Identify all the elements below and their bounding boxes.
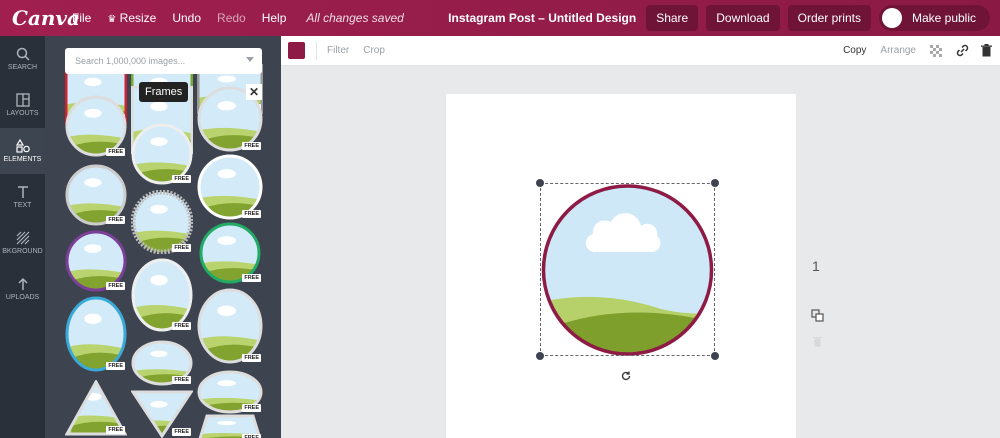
selection-box: [540, 183, 715, 356]
free-badge: FREE: [242, 434, 261, 438]
download-button[interactable]: Download: [706, 5, 780, 31]
page-number: 1: [812, 258, 820, 274]
sidebar-item-layouts[interactable]: LAYOUTS: [0, 82, 45, 128]
free-badge: FREE: [172, 175, 191, 183]
sidebar-item-background[interactable]: BKGROUND: [0, 220, 45, 266]
free-badge: FREE: [106, 426, 125, 434]
free-badge: FREE: [242, 210, 261, 218]
sidebar-item-label: LAYOUTS: [6, 110, 39, 117]
crop-button[interactable]: Crop: [363, 45, 385, 56]
frame-preview-icon: [65, 296, 127, 372]
sidebar-item-uploads[interactable]: UPLOADS: [0, 266, 45, 312]
layouts-icon: [15, 93, 30, 107]
canva-logo[interactable]: Canva: [12, 6, 80, 30]
frame-thumbnail[interactable]: FREE: [64, 378, 128, 436]
sidebar-item-label: BKGROUND: [2, 248, 43, 255]
sidebar-item-label: TEXT: [13, 202, 32, 209]
free-badge: FREE: [172, 428, 191, 436]
sidebar-item-label: SEARCH: [7, 64, 38, 71]
free-badge: FREE: [106, 362, 125, 370]
frame-preview-icon: [131, 258, 193, 332]
free-badge: FREE: [242, 142, 261, 150]
sidebar-item-label: UPLOADS: [5, 294, 40, 301]
frame-thumbnail[interactable]: FREE: [130, 189, 194, 255]
resize-button[interactable]: ♛ Resize: [107, 11, 156, 25]
free-badge: FREE: [106, 282, 125, 290]
share-button[interactable]: Share: [646, 5, 699, 31]
delete-page-icon[interactable]: [813, 336, 822, 347]
resize-label: Resize: [119, 11, 157, 25]
undo-button[interactable]: Undo: [172, 11, 201, 25]
elements-icon: [15, 139, 30, 153]
top-bar: Canva File ♛ Resize Undo Redo Help All c…: [0, 0, 1000, 36]
frame-thumbnail[interactable]: FREE: [65, 230, 127, 292]
sidebar-item-search[interactable]: SEARCH: [0, 36, 45, 82]
frame-thumbnail[interactable]: FREE: [65, 94, 127, 158]
resize-handle[interactable]: [536, 352, 544, 360]
free-badge: FREE: [106, 148, 125, 156]
order-prints-button[interactable]: Order prints: [787, 5, 871, 31]
free-badge: FREE: [106, 216, 125, 224]
save-status: All changes saved: [306, 11, 404, 25]
redo-button[interactable]: Redo: [217, 11, 246, 25]
frame-thumbnail[interactable]: FREE: [65, 296, 127, 372]
text-icon: [17, 186, 28, 198]
frames-tooltip: Frames: [139, 82, 189, 102]
frame-preview-icon: [197, 288, 263, 364]
copy-button[interactable]: Copy: [843, 45, 866, 56]
canvas-toolbar: Filter Crop Copy Arrange: [281, 36, 1000, 66]
search-input[interactable]: [75, 56, 235, 66]
free-badge: FREE: [172, 322, 191, 330]
resize-handle[interactable]: [711, 352, 719, 360]
free-badge: FREE: [242, 274, 261, 282]
free-badge: FREE: [172, 244, 191, 252]
file-menu[interactable]: File: [72, 11, 91, 25]
sidebar-item-label: ELEMENTS: [3, 156, 42, 163]
divider: [316, 41, 317, 60]
resize-handle[interactable]: [536, 179, 544, 187]
filter-button[interactable]: Filter: [327, 45, 349, 56]
frame-thumbnail[interactable]: FREE: [131, 123, 193, 185]
frame-thumbnail[interactable]: FREE: [197, 288, 263, 364]
help-menu[interactable]: Help: [262, 11, 287, 25]
sidebar-item-elements[interactable]: ELEMENTS: [0, 128, 45, 174]
frame-thumbnail[interactable]: FREE: [130, 390, 194, 438]
link-icon[interactable]: [956, 44, 969, 57]
make-public-toggle[interactable]: Make public: [878, 5, 990, 31]
toggle-knob: [881, 8, 902, 28]
frame-thumbnail[interactable]: FREE: [197, 370, 263, 414]
frame-thumbnail[interactable]: FREE: [131, 258, 193, 332]
frame-thumbnail[interactable]: FREE: [65, 164, 127, 226]
sidebar-item-text[interactable]: TEXT: [0, 174, 45, 220]
chevron-down-icon[interactable]: [246, 57, 254, 62]
crown-icon: ♛: [107, 14, 117, 25]
frame-thumbnail[interactable]: FREE: [197, 222, 263, 284]
background-icon: [16, 231, 29, 245]
arrange-button[interactable]: Arrange: [880, 45, 916, 56]
transparency-icon[interactable]: [930, 44, 942, 57]
search-icon: [16, 47, 30, 61]
sidebar: SEARCH LAYOUTS ELEMENTS TEXT BKGROUND UP…: [0, 36, 45, 438]
trash-icon[interactable]: [981, 44, 992, 57]
rotate-icon[interactable]: [620, 370, 632, 382]
frame-thumbnail[interactable]: FREE: [197, 414, 263, 438]
make-public-label: Make public: [911, 11, 976, 25]
image-search-box[interactable]: [65, 48, 262, 74]
frame-thumbnail[interactable]: FREE: [197, 154, 263, 220]
close-icon[interactable]: ✕: [246, 84, 262, 100]
resize-handle[interactable]: [711, 179, 719, 187]
color-swatch[interactable]: [288, 42, 305, 59]
free-badge: FREE: [172, 376, 191, 384]
frame-thumbnail[interactable]: FREE: [131, 340, 193, 386]
upload-icon: [17, 277, 28, 290]
free-badge: FREE: [242, 354, 261, 362]
duplicate-page-icon[interactable]: [811, 309, 824, 322]
free-badge: FREE: [242, 404, 261, 412]
design-title[interactable]: Instagram Post – Untitled Design: [448, 11, 636, 25]
